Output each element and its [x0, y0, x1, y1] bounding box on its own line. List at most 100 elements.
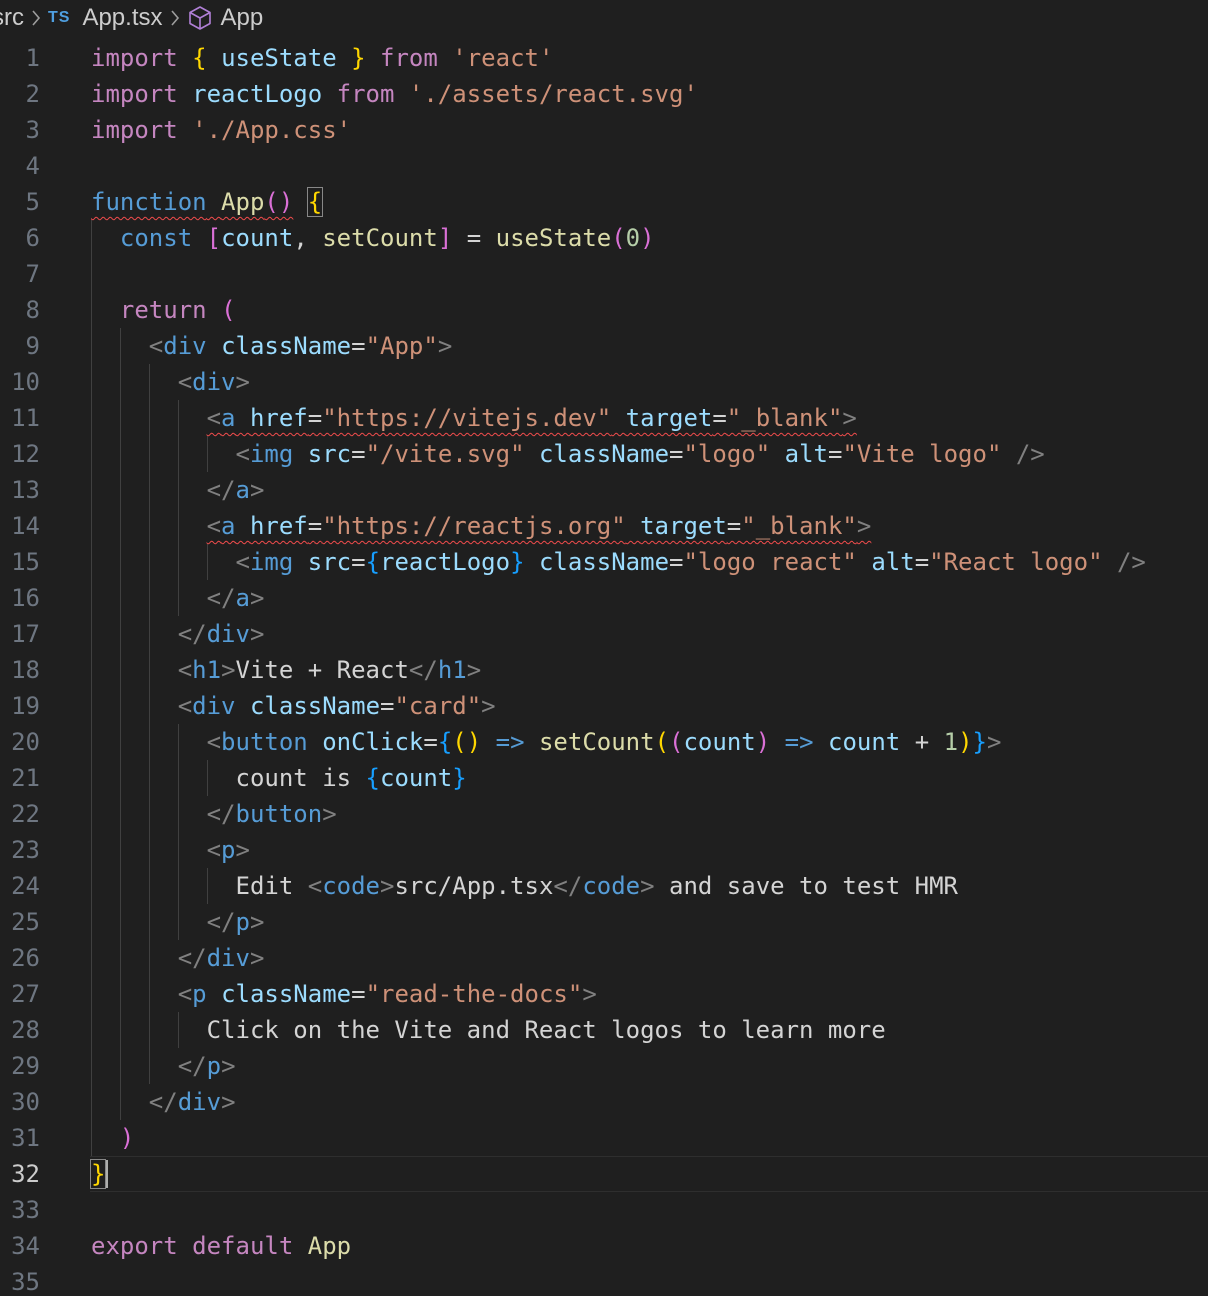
code-line[interactable]: 16 </a> — [0, 580, 1208, 616]
code-line[interactable]: 10 <div> — [0, 364, 1208, 400]
code-token: = — [307, 404, 323, 432]
code-token: and save to test HMR — [654, 872, 958, 900]
code-text: import reactLogo from './assets/react.sv… — [91, 76, 698, 112]
line-number: 7 — [25, 260, 40, 288]
code-token: code — [582, 872, 641, 900]
code-text: </div> — [91, 1084, 236, 1120]
code-token: "App" — [365, 332, 438, 360]
code-line[interactable]: 4 — [0, 148, 1208, 184]
code-text: <img src={reactLogo} className="logo rea… — [91, 544, 1146, 580]
code-token: = — [669, 440, 684, 468]
code-line[interactable]: 35 — [0, 1264, 1208, 1296]
code-line[interactable]: 13 </a> — [0, 472, 1208, 508]
code-line[interactable]: 28 Click on the Vite and React logos to … — [0, 1012, 1208, 1048]
code-line[interactable]: 12 <img src="/vite.svg" className="logo"… — [0, 436, 1208, 472]
code-line[interactable]: 18 <h1>Vite + React</h1> — [0, 652, 1208, 688]
code-token: useState — [495, 224, 612, 252]
line-number: 26 — [11, 944, 40, 972]
code-token: code — [322, 872, 380, 900]
code-token: </ — [206, 800, 236, 828]
code-line[interactable]: 30 </div> — [0, 1084, 1208, 1120]
code-token: </ — [408, 656, 438, 684]
code-token: p — [235, 908, 250, 936]
code-line[interactable]: 19 <div className="card"> — [0, 688, 1208, 724]
code-line[interactable]: 15 <img src={reactLogo} className="logo … — [0, 544, 1208, 580]
code-line[interactable]: 23 <p> — [0, 832, 1208, 868]
code-token: </ — [206, 908, 236, 936]
code-line[interactable]: 33 — [0, 1192, 1208, 1228]
code-text: <img src="/vite.svg" className="logo" al… — [91, 436, 1045, 472]
code-line[interactable]: 25 </p> — [0, 904, 1208, 940]
code-line[interactable]: 29 </p> — [0, 1048, 1208, 1084]
line-number: 16 — [11, 584, 40, 612]
code-text: Edit <code>src/App.tsx</code> and save t… — [91, 868, 959, 904]
code-line[interactable]: 14 <a href="https://reactjs.org" target=… — [0, 508, 1208, 544]
code-text: Click on the Vite and React logos to lea… — [91, 1012, 886, 1048]
chevron-right-icon — [30, 8, 42, 28]
code-line[interactable]: 7 — [0, 256, 1208, 292]
code-text: <div className="App"> — [91, 328, 452, 364]
code-line[interactable]: 3 import './App.css' — [0, 112, 1208, 148]
code-token: "https://vitejs.dev" — [322, 404, 612, 432]
code-line[interactable]: 24 Edit <code>src/App.tsx</code> and sav… — [0, 868, 1208, 904]
line-number: 17 — [11, 620, 40, 648]
line-number: 25 — [11, 908, 40, 936]
line-number: 18 — [11, 656, 40, 684]
code-token: < — [177, 692, 193, 720]
code-line[interactable]: 34 export default App — [0, 1228, 1208, 1264]
code-line[interactable]: 17 </div> — [0, 616, 1208, 652]
line-number: 13 — [11, 476, 40, 504]
code-text: <p className="read-the-docs"> — [91, 976, 597, 1012]
code-token: => — [495, 728, 525, 756]
code-area[interactable]: 1 import { useState } from 'react' 2 import… — [0, 40, 1208, 1296]
code-line[interactable]: 26 </div> — [0, 940, 1208, 976]
code-line[interactable]: 6 const [count, setCount] = useState(0) — [0, 220, 1208, 256]
code-line[interactable]: 1 import { useState } from 'react' — [0, 40, 1208, 76]
code-line[interactable]: 11 <a href="https://vitejs.dev" target="… — [0, 400, 1208, 436]
breadcrumb-file[interactable]: TS App.tsx — [48, 4, 163, 32]
code-token: /> — [1015, 440, 1045, 468]
code-line[interactable]: 9 <div className="App"> — [0, 328, 1208, 364]
code-line[interactable]: 8 return ( — [0, 292, 1208, 328]
code-line[interactable]: 31 ) — [0, 1120, 1208, 1156]
line-number: 6 — [25, 224, 40, 252]
current-line-highlight — [90, 1156, 1208, 1192]
line-number: 33 — [11, 1196, 40, 1224]
line-number: 3 — [25, 116, 40, 144]
code-token: 'react' — [452, 44, 554, 72]
code-token: => — [784, 728, 814, 756]
code-editor[interactable]: src TS App.tsx App 1 import { useState } … — [0, 0, 1208, 1296]
code-token: = — [828, 440, 843, 468]
breadcrumb-folder[interactable]: src — [0, 4, 24, 32]
code-token: } — [452, 764, 467, 792]
code-token: img — [249, 548, 294, 576]
code-line[interactable]: 2 import reactLogo from './assets/react.s… — [0, 76, 1208, 112]
code-token: Edit — [235, 872, 308, 900]
code-line[interactable]: 27 <p className="read-the-docs"> — [0, 976, 1208, 1012]
code-line[interactable]: 5 function App() { — [0, 184, 1208, 220]
breadcrumb-symbol[interactable]: App — [187, 4, 263, 32]
code-line[interactable]: 20 <button onClick={() => setCount((coun… — [0, 724, 1208, 760]
code-text: ) — [91, 1120, 134, 1156]
code-token: </ — [177, 944, 207, 972]
line-number: 5 — [25, 188, 40, 216]
code-token: "https://reactjs.org" — [322, 512, 626, 540]
code-line[interactable]: 32} — [0, 1156, 1208, 1192]
code-token: > — [856, 512, 872, 540]
code-token: div — [192, 692, 236, 720]
code-token: onClick — [322, 728, 424, 756]
code-line[interactable]: 22 </button> — [0, 796, 1208, 832]
code-token: a — [235, 476, 250, 504]
code-token: </ — [206, 476, 236, 504]
code-token: ) — [640, 224, 655, 252]
code-token: target — [625, 404, 713, 432]
code-line[interactable]: 21 count is {count} — [0, 760, 1208, 796]
code-token: div — [206, 944, 250, 972]
code-token: > — [842, 404, 857, 432]
code-token: < — [235, 440, 250, 468]
